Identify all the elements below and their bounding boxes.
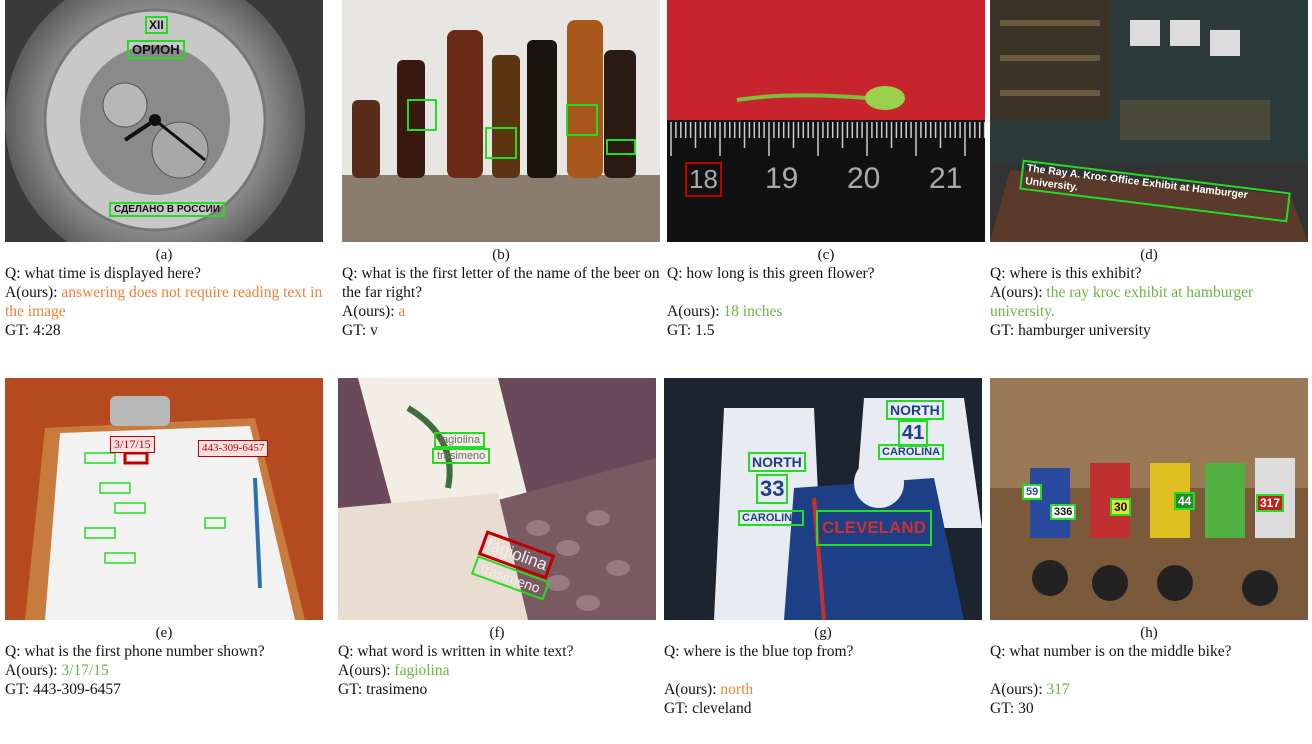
ground-truth: GT: trasimeno xyxy=(338,681,428,698)
panel-h: 59 336 30 44 317 (h) Q: what number is o… xyxy=(990,378,1308,718)
bike-number-30: 30 xyxy=(1110,498,1132,516)
ruler-number-20: 20 xyxy=(847,162,881,195)
answer-value: 3/17/15 xyxy=(61,662,109,679)
answer-prefix: A(ours): xyxy=(342,303,399,320)
answer-prefix: A(ours): xyxy=(990,681,1047,698)
image-beer-bottles xyxy=(342,0,660,242)
question: Q: where is the blue top from? xyxy=(664,643,854,660)
answer-prefix: A(ours): xyxy=(990,284,1047,301)
image-clipboard: 3/17/15 443-309-6457 xyxy=(5,378,323,620)
qa-block: Q: where is the blue top from? A(ours): … xyxy=(664,642,982,718)
ruler-number-18: 18 xyxy=(685,162,722,197)
ground-truth: GT: hamburger university xyxy=(990,322,1151,339)
answer-prefix: A(ours): xyxy=(5,662,62,679)
phone-label: 443-309-6457 xyxy=(198,440,269,457)
qa-block: Q: what is the first phone number shown?… xyxy=(5,642,323,699)
answer-prefix: A(ours): xyxy=(667,303,724,320)
answer: A(ours): north xyxy=(664,680,982,699)
panel-g: NORTH 33 CAROLINA NORTH 41 CAROLINA CLEV… xyxy=(664,378,982,718)
panel-label: (g) xyxy=(814,625,832,641)
answer-value: 317 xyxy=(1046,681,1070,698)
image-beans-book: fagiolina trasimeno fagiolina trasimeno xyxy=(338,378,656,620)
question: Q: what is the first letter of the name … xyxy=(342,265,660,301)
jersey-text-carolina-right: CAROLINA xyxy=(878,444,945,460)
panel-d: The Ray A. Kroc Office Exhibit at Hambur… xyxy=(990,0,1308,340)
question: Q: what number is on the middle bike? xyxy=(990,643,1232,660)
ground-truth: GT: 443-309-6457 xyxy=(5,681,121,698)
qa-block: Q: what is the first letter of the name … xyxy=(342,264,660,340)
answer-prefix: A(ours): xyxy=(664,681,721,698)
image-watch: ОРИОН СДЕЛАНО В РОССИИ XII xyxy=(5,0,323,242)
answer: A(ours): fagiolina xyxy=(338,661,656,680)
answer-prefix: A(ours): xyxy=(5,284,62,301)
jersey-text-cleveland: CLEVELAND xyxy=(816,510,932,546)
bike-number-336: 336 xyxy=(1050,504,1077,520)
image-ruler-flower: 18 19 20 21 xyxy=(667,0,985,242)
image-jerseys: NORTH 33 CAROLINA NORTH 41 CAROLINA CLEV… xyxy=(664,378,982,620)
jersey-number-33: 33 xyxy=(756,474,789,504)
panel-label: (h) xyxy=(1140,625,1158,641)
jersey-text-north-right: NORTH xyxy=(886,400,944,420)
question: Q: how long is this green flower? xyxy=(667,265,875,282)
panel-label: (a) xyxy=(155,247,173,263)
panel-c: 18 19 20 21 (c) Q: how long is this gree… xyxy=(667,0,985,340)
question: Q: what time is displayed here? xyxy=(5,265,201,282)
bike-number-317: 317 xyxy=(1256,494,1285,512)
answer: A(ours): 3/17/15 xyxy=(5,661,323,680)
panel-label: (e) xyxy=(155,625,173,641)
ocr-fagiolina-top: fagiolina xyxy=(434,432,485,448)
panel-e: 3/17/15 443-309-6457 (e) Q: what is the … xyxy=(5,378,323,699)
ocr-text-xii: XII xyxy=(145,16,168,34)
jersey-text-carolina-left: CAROLINA xyxy=(738,510,805,526)
ground-truth: GT: 4:28 xyxy=(5,322,61,339)
answer-value: north xyxy=(720,681,754,698)
qa-block: Q: what time is displayed here? A(ours):… xyxy=(5,264,323,340)
qa-block: Q: what word is written in white text? A… xyxy=(338,642,656,699)
ocr-trasimeno-top: trasimeno xyxy=(432,448,491,464)
answer-value: 18 inches xyxy=(723,303,783,320)
ocr-text-made-in-russia: СДЕЛАНО В РОССИИ xyxy=(109,202,226,217)
bike-number-44: 44 xyxy=(1174,492,1196,510)
ground-truth: GT: v xyxy=(342,322,378,339)
panel-label: (d) xyxy=(1140,247,1158,263)
ruler-number-21: 21 xyxy=(929,162,963,195)
question: Q: what is the first phone number shown? xyxy=(5,643,265,660)
qa-block: Q: where is this exhibit? A(ours): the r… xyxy=(990,264,1308,340)
ruler-illustration xyxy=(667,0,985,242)
clipboard-illustration xyxy=(5,378,323,620)
answer: A(ours): 317 xyxy=(990,680,1308,699)
answer: A(ours): a xyxy=(342,302,660,321)
answer-value: a xyxy=(398,303,406,320)
panel-f: fagiolina trasimeno fagiolina trasimeno … xyxy=(338,378,656,699)
answer: A(ours): 18 inches xyxy=(667,302,985,321)
ocr-text-orion: ОРИОН xyxy=(127,40,185,59)
ground-truth: GT: cleveland xyxy=(664,700,752,717)
date-label: 3/17/15 xyxy=(110,436,155,453)
answer-prefix: A(ours): xyxy=(338,662,395,679)
question: Q: where is this exhibit? xyxy=(990,265,1142,282)
bike-number-59: 59 xyxy=(1022,484,1043,500)
ruler-number-19: 19 xyxy=(765,162,799,195)
question: Q: what word is written in white text? xyxy=(338,643,574,660)
panel-label: (f) xyxy=(489,625,505,641)
image-office-exhibit: The Ray A. Kroc Office Exhibit at Hambur… xyxy=(990,0,1308,242)
qa-block: Q: how long is this green flower? A(ours… xyxy=(667,264,985,340)
panel-a: ОРИОН СДЕЛАНО В РОССИИ XII (a) Q: what t… xyxy=(5,0,323,340)
ground-truth: GT: 30 xyxy=(990,700,1034,717)
answer-value: fagiolina xyxy=(394,662,450,679)
answer: A(ours): the ray kroc exhibit at hamburg… xyxy=(990,283,1308,321)
panel-b: (b) Q: what is the first letter of the n… xyxy=(342,0,660,340)
qa-block: Q: what number is on the middle bike? A(… xyxy=(990,642,1308,718)
answer: A(ours): answering does not require read… xyxy=(5,283,323,321)
image-motocross: 59 336 30 44 317 xyxy=(990,378,1308,620)
panel-label: (b) xyxy=(492,247,510,263)
jersey-text-north-left: NORTH xyxy=(748,452,806,472)
panel-label: (c) xyxy=(817,247,835,263)
beer-illustration xyxy=(342,0,660,242)
ground-truth: GT: 1.5 xyxy=(667,322,715,339)
jersey-number-41: 41 xyxy=(898,420,929,447)
